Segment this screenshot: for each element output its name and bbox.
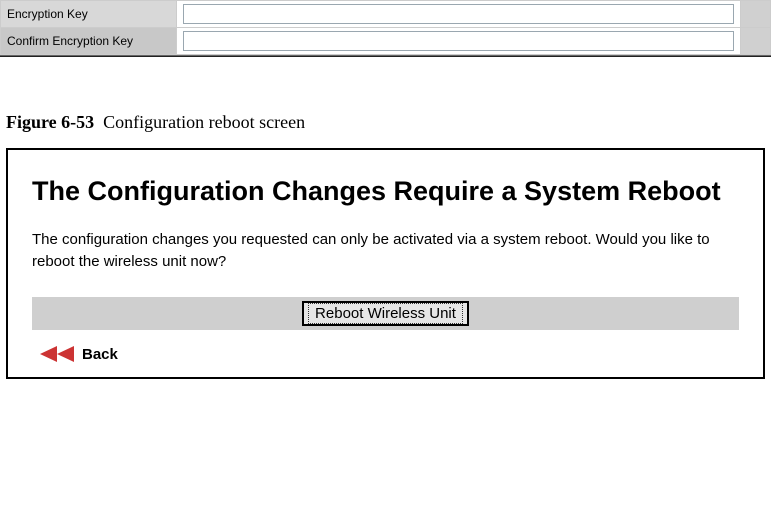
encryption-key-label: Encryption Key <box>1 1 177 28</box>
spacer-cell <box>740 28 770 55</box>
confirm-encryption-key-label: Confirm Encryption Key <box>1 28 177 55</box>
button-bar: Reboot Wireless Unit <box>32 297 739 330</box>
reboot-screen: The Configuration Changes Require a Syst… <box>6 148 765 379</box>
back-arrows-icon <box>40 346 74 362</box>
reboot-wireless-unit-button[interactable]: Reboot Wireless Unit <box>302 301 469 326</box>
encryption-form: Encryption Key Confirm Encryption Key <box>0 0 771 55</box>
confirm-encryption-key-input[interactable] <box>183 31 734 51</box>
figure-caption: Figure 6-53 Configuration reboot screen <box>6 112 771 133</box>
reboot-message: The configuration changes you requested … <box>32 229 739 273</box>
divider <box>0 55 771 57</box>
page-title: The Configuration Changes Require a Syst… <box>32 170 739 213</box>
encryption-key-input[interactable] <box>183 4 734 24</box>
figure-number: Figure 6-53 <box>6 112 94 132</box>
figure-title: Configuration reboot screen <box>103 112 305 132</box>
reboot-button-label: Reboot Wireless Unit <box>308 303 463 324</box>
back-label: Back <box>82 346 118 363</box>
spacer-cell <box>740 1 770 28</box>
back-link[interactable]: Back <box>32 346 118 363</box>
